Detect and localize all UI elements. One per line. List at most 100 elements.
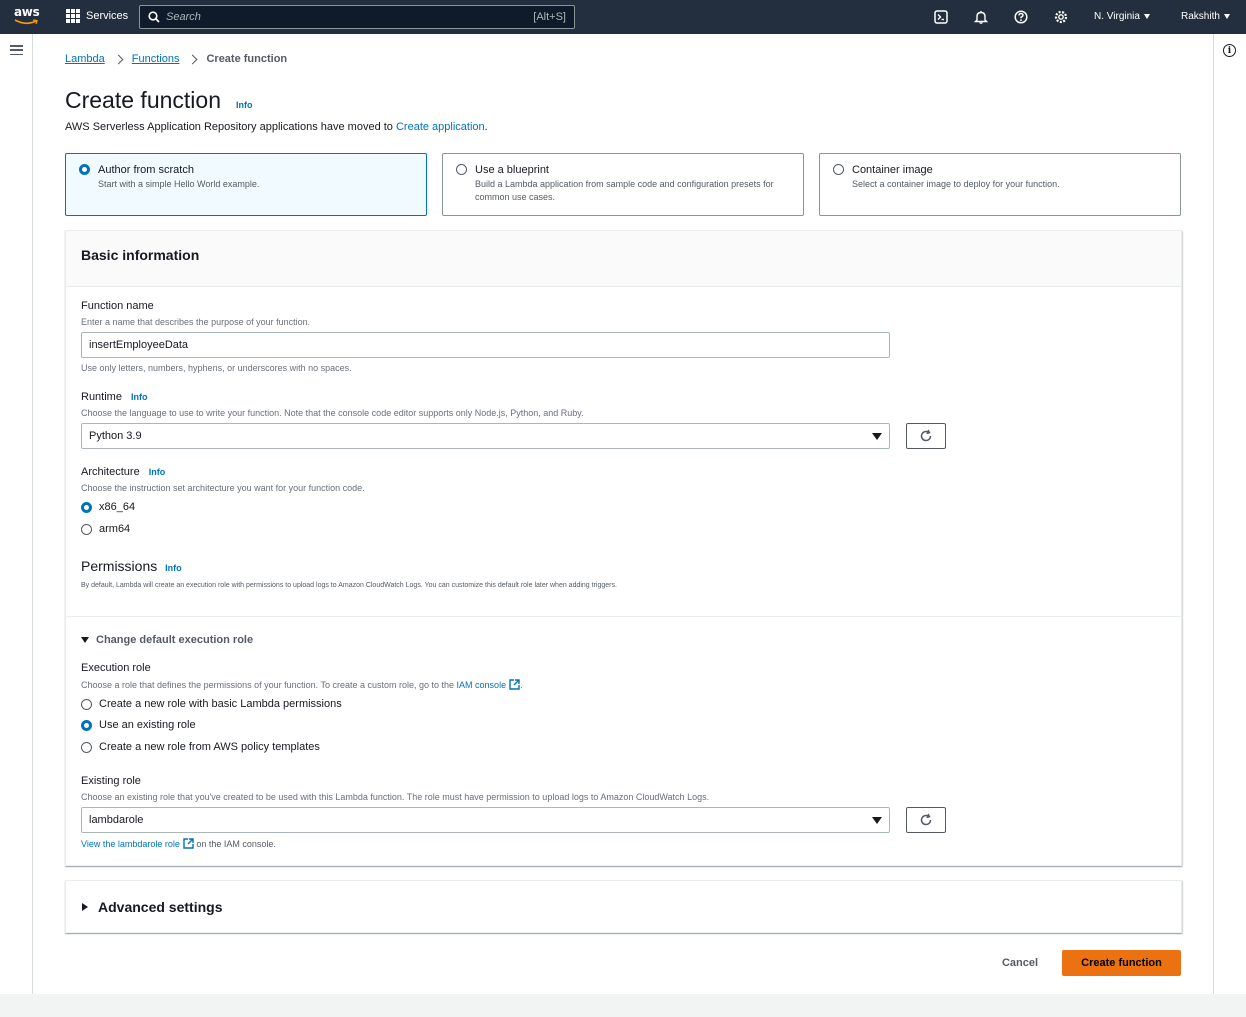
caret-down-icon [1143, 14, 1150, 19]
settings-icon[interactable] [1053, 9, 1069, 25]
permissions-label: Permissions Info [81, 558, 182, 574]
option-title: Author from scratch [98, 164, 194, 176]
breadcrumb-current: Create function [206, 53, 288, 65]
role-option-create-basic[interactable]: Create a new role with basic Lambda perm… [81, 698, 342, 710]
role-option-use-existing[interactable]: Use an existing role [81, 719, 196, 731]
services-menu-button[interactable]: Services [66, 9, 128, 23]
option-title: Container image [852, 164, 933, 176]
notice-text: AWS Serverless Application Repository ap… [65, 121, 396, 133]
dropdown-caret-icon [872, 432, 882, 440]
existing-role-refresh-button[interactable] [906, 807, 946, 833]
runtime-selected-value: Python 3.9 [89, 430, 142, 442]
breadcrumb-functions[interactable]: Functions [132, 53, 180, 65]
radio-selected-icon[interactable] [81, 501, 92, 513]
advanced-settings-label: Advanced settings [98, 898, 223, 915]
page-title: Create function [65, 87, 221, 113]
account-menu[interactable]: Rakshith [1181, 11, 1230, 22]
breadcrumb-lambda[interactable]: Lambda [65, 53, 105, 65]
role-option-policy-templates[interactable]: Create a new role from AWS policy templa… [81, 741, 320, 753]
existing-role-select[interactable]: lambdarole [81, 807, 890, 833]
radio-selected-icon[interactable] [79, 164, 90, 175]
radio-selected-icon[interactable] [81, 719, 92, 731]
architecture-description: Choose the instruction set architecture … [81, 483, 365, 493]
right-tools-rail: i [1213, 34, 1246, 994]
permissions-info-link[interactable]: Info [165, 563, 182, 573]
basic-information-panel: Basic information Function name Enter a … [65, 230, 1182, 866]
top-navigation-bar: aws Services [Alt+S] N. Virginia Rakshit… [0, 0, 1246, 34]
search-icon [148, 11, 160, 23]
aws-logo-text: aws [14, 5, 40, 19]
option-description: Select a container image to deploy for y… [852, 179, 1060, 189]
execution-role-desc-text: Choose a role that defines the permissio… [81, 680, 457, 690]
cloudshell-icon[interactable] [933, 9, 949, 25]
services-label: Services [86, 10, 129, 22]
change-role-toggle[interactable]: Change default execution role [81, 634, 253, 646]
execution-role-description: Choose a role that defines the permissio… [81, 679, 523, 690]
cancel-button[interactable]: Cancel [993, 950, 1047, 976]
architecture-label-text: Architecture [81, 466, 140, 478]
execution-role-label: Execution role [81, 662, 151, 674]
change-role-toggle-label: Change default execution role [96, 634, 254, 646]
existing-role-label: Existing role [81, 775, 141, 787]
permissions-description: By default, Lambda will create an execut… [81, 582, 617, 589]
caret-right-icon [82, 902, 88, 911]
option-container-image[interactable]: Container image Select a container image… [819, 153, 1181, 216]
architecture-arm64[interactable]: arm64 [81, 523, 130, 535]
chevron-right-icon [188, 54, 198, 64]
external-link-icon [183, 838, 194, 849]
caret-down-icon [1223, 14, 1230, 19]
radio-label: arm64 [99, 523, 131, 535]
function-name-description: Enter a name that describes the purpose … [81, 317, 311, 327]
create-application-link[interactable]: Create application [396, 121, 485, 133]
radio-label: Create a new role with basic Lambda perm… [99, 698, 342, 710]
existing-role-selected-value: lambdarole [89, 814, 144, 826]
execution-role-desc-end: . [520, 680, 523, 690]
radio-unselected-icon[interactable] [456, 164, 467, 175]
search-shortcut-hint: [Alt+S] [533, 11, 566, 23]
caret-down-icon [81, 637, 89, 643]
radio-label: x86_64 [99, 501, 136, 513]
view-role-suffix: on the IAM console. [193, 839, 276, 849]
help-icon[interactable] [1013, 9, 1029, 25]
bell-icon[interactable] [973, 9, 989, 25]
breadcrumb: Lambda Functions Create function [65, 53, 287, 65]
page-notice: AWS Serverless Application Repository ap… [65, 121, 488, 133]
runtime-select[interactable]: Python 3.9 [81, 423, 890, 449]
view-role-link[interactable]: View the lambdarole role [81, 839, 180, 849]
section-divider [66, 616, 1181, 617]
radio-unselected-icon[interactable] [833, 164, 844, 175]
info-panel-icon[interactable]: i [1223, 44, 1236, 57]
runtime-refresh-button[interactable] [906, 423, 946, 449]
radio-unselected-icon[interactable] [81, 698, 92, 710]
dropdown-caret-icon [872, 816, 882, 824]
aws-logo[interactable]: aws [14, 6, 42, 28]
iam-console-link[interactable]: IAM console [457, 680, 507, 690]
external-link-icon [509, 679, 520, 690]
region-selector[interactable]: N. Virginia [1094, 11, 1150, 22]
advanced-settings-expander[interactable]: Advanced settings [65, 880, 1182, 933]
runtime-description: Choose the language to use to write your… [81, 408, 584, 418]
architecture-info-link[interactable]: Info [149, 467, 166, 477]
option-use-a-blueprint[interactable]: Use a blueprint Build a Lambda applicati… [442, 153, 804, 216]
panel-heading: Basic information [66, 231, 1181, 287]
aws-smile-icon [14, 19, 38, 25]
function-name-input[interactable] [81, 332, 890, 358]
notice-end: . [484, 121, 488, 133]
radio-label: Use an existing role [99, 719, 196, 731]
permissions-label-text: Permissions [81, 558, 158, 574]
title-info-link[interactable]: Info [236, 100, 253, 110]
radio-unselected-icon[interactable] [81, 741, 92, 753]
option-author-from-scratch[interactable]: Author from scratch Start with a simple … [65, 153, 427, 216]
create-function-button[interactable]: Create function [1062, 950, 1181, 976]
menu-icon[interactable] [10, 45, 23, 55]
runtime-label-text: Runtime [81, 391, 122, 403]
radio-label: Create a new role from AWS policy templa… [99, 741, 320, 753]
radio-unselected-icon[interactable] [81, 523, 92, 535]
existing-role-description: Choose an existing role that you've crea… [81, 792, 710, 802]
global-search-box[interactable]: [Alt+S] [139, 5, 575, 29]
runtime-info-link[interactable]: Info [131, 392, 148, 402]
refresh-icon [920, 813, 932, 826]
search-input[interactable] [166, 11, 534, 23]
account-name: Rakshith [1181, 11, 1220, 22]
architecture-x86-64[interactable]: x86_64 [81, 501, 135, 513]
